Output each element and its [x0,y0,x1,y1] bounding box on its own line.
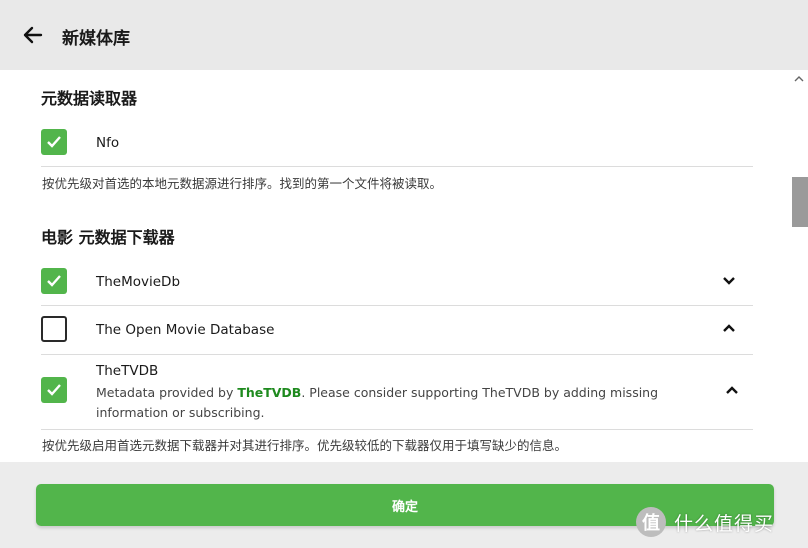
scrollbar[interactable] [790,70,808,462]
thetvdb-link[interactable]: TheTVDB [237,385,301,400]
footer: 确定 值 什么值得买 [0,462,808,548]
watermark-logo-icon: 值 [636,507,666,537]
metadata-readers-hint: 按优先级对首选的本地元数据源进行排序。找到的第一个文件将被读取。 [42,176,443,191]
list-item-nfo: Nfo [41,120,753,167]
chevron-down-icon[interactable] [720,272,738,290]
omdb-checkbox[interactable] [41,316,67,342]
themoviedb-checkbox[interactable] [41,268,67,294]
back-arrow-icon[interactable] [20,22,46,48]
list-item-thetvdb: TheTVDB Metadata provided by TheTVDB. Pl… [41,355,753,430]
settings-content: 元数据读取器 Nfo 按优先级对首选的本地元数据源进行排序。找到的第一个文件将被… [0,70,790,462]
movie-downloaders-title: 电影 元数据下载器 [41,228,175,247]
list-item-themoviedb: TheMovieDb [41,259,753,306]
scroll-up-icon[interactable] [793,72,805,84]
metadata-readers-title: 元数据读取器 [41,89,138,108]
omdb-label: The Open Movie Database [96,322,275,338]
watermark-text: 什么值得买 [674,512,775,535]
app-header: 新媒体库 [0,0,808,70]
thetvdb-checkbox[interactable] [41,377,67,403]
chevron-up-icon[interactable] [723,381,741,399]
chevron-up-icon[interactable] [720,319,738,337]
page-title: 新媒体库 [62,29,130,49]
desc-prefix: Metadata provided by [96,385,238,400]
thetvdb-description: Metadata provided by TheTVDB. Please con… [96,383,706,423]
watermark: 值 什么值得买 [636,504,774,540]
scrollbar-thumb[interactable] [792,177,808,227]
list-item-omdb: The Open Movie Database [41,306,753,355]
nfo-checkbox[interactable] [41,129,67,155]
movie-downloaders-hint: 按优先级启用首选元数据下载器并对其进行排序。优先级较低的下载器仅用于填写缺少的信… [42,438,568,453]
nfo-label: Nfo [96,135,120,151]
themoviedb-label: TheMovieDb [96,274,181,290]
thetvdb-label: TheTVDB [96,363,159,379]
